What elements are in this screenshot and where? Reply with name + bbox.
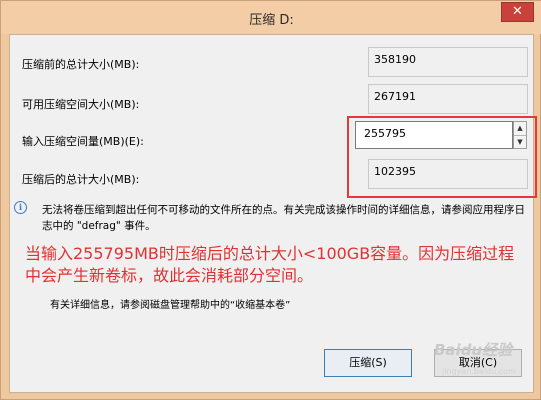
shrink-button[interactable]: 压缩(S) — [324, 349, 412, 377]
dialog-title: 压缩 D: — [249, 13, 294, 28]
available-space-label: 可用压缩空间大小(MB): — [22, 98, 140, 111]
available-space-value: 267191 — [368, 84, 528, 114]
watermark-url: jingyan.baidu.com — [442, 367, 516, 376]
help-text: 有关详细信息，请参阅磁盘管理帮助中的“收缩基本卷” — [50, 300, 291, 311]
info-icon: i — [14, 201, 27, 214]
shrink-amount-label: 输入压缩空间量(MB)(E): — [22, 135, 144, 148]
total-before-label: 压缩前的总计大小(MB): — [22, 58, 140, 71]
info-message: 无法将卷压缩到超出任何不可移动的文件所在的点。有关完成该操作时间的详细信息，请参… — [42, 204, 525, 232]
close-icon: ✕ — [512, 4, 523, 19]
total-after-label: 压缩后的总计大小(MB): — [22, 173, 140, 186]
shrink-dialog: 压缩 D: ✕ 压缩前的总计大小(MB): 358190 可用压缩空间大小(MB… — [0, 0, 541, 400]
watermark: Baidu经验 jingyan.baidu.com — [434, 339, 541, 379]
title-bar[interactable]: 压缩 D: ✕ — [1, 1, 541, 34]
watermark-brand: Baidu经验 — [434, 341, 513, 359]
highlight-frame — [347, 116, 537, 198]
close-button[interactable]: ✕ — [501, 2, 534, 22]
total-before-value: 358190 — [368, 47, 528, 77]
annotation-text: 当输入255795MB时压缩后的总计大小<100GB容量。因为压缩过程中会产生新… — [25, 244, 515, 285]
